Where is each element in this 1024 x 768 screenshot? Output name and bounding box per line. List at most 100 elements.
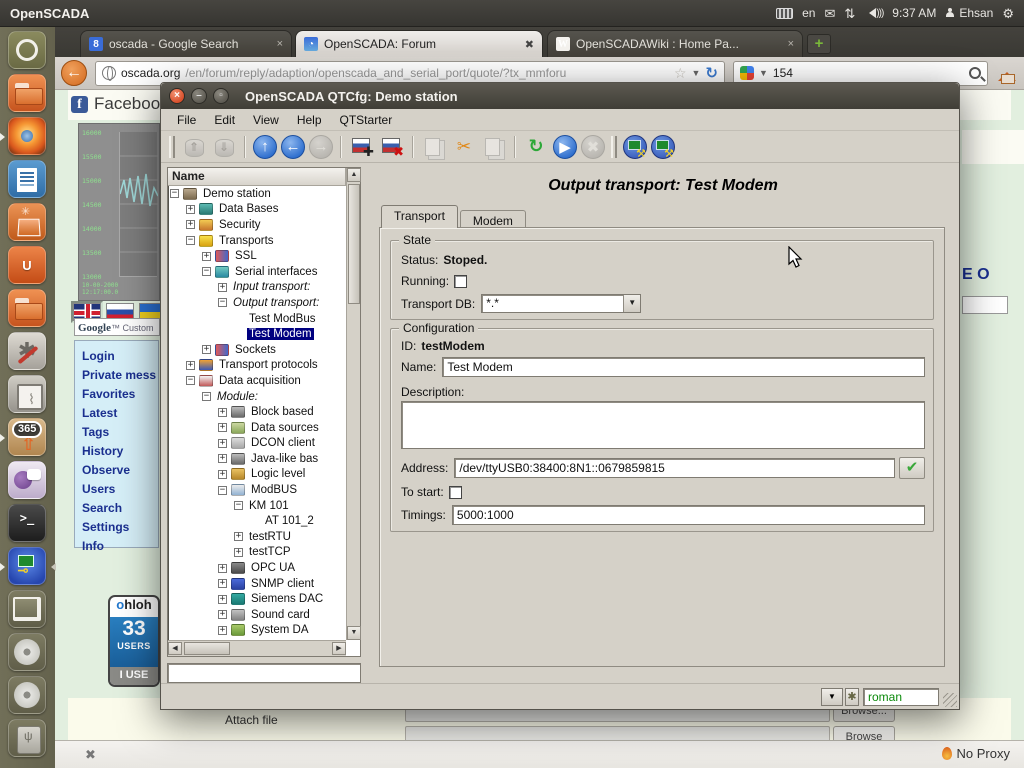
launcher-item[interactable]: [8, 74, 48, 114]
tree-expander[interactable]: −: [218, 486, 227, 495]
reload-icon[interactable]: ↻: [705, 64, 718, 82]
keyboard-indicator-icon[interactable]: [776, 8, 793, 19]
tree-item[interactable]: − Demo station: [168, 186, 346, 202]
scroll-up-button[interactable]: ▲: [347, 168, 361, 182]
toolbar-button[interactable]: [481, 134, 507, 160]
launcher-item[interactable]: [8, 375, 48, 415]
toolbar-button[interactable]: ✖: [379, 134, 405, 160]
browser-tab[interactable]: 8 oscada - Google Search ×: [80, 30, 292, 57]
menu-item[interactable]: File: [169, 111, 204, 129]
tree-expander[interactable]: −: [202, 267, 211, 276]
clock[interactable]: 9:37 AM: [892, 6, 936, 20]
tree-item[interactable]: − KM 101: [168, 498, 346, 514]
tree-item[interactable]: − Transports: [168, 233, 346, 249]
toolbar-button[interactable]: ✂: [451, 134, 477, 160]
toolbar-button[interactable]: [421, 134, 447, 160]
timings-input[interactable]: 5000:1000: [452, 505, 925, 525]
toolbar-button[interactable]: [412, 136, 414, 158]
toolbar-button[interactable]: ↻: [523, 134, 549, 160]
menu-item[interactable]: View: [245, 111, 287, 129]
tree-item[interactable]: + Sockets: [168, 342, 346, 358]
tree-item[interactable]: + testRTU: [168, 529, 346, 545]
tree-item[interactable]: + Data Bases: [168, 202, 346, 218]
statusbar-star-button[interactable]: ✱: [845, 688, 859, 706]
scroll-down-button[interactable]: ▼: [347, 626, 361, 640]
site-menu-link[interactable]: Observe: [82, 461, 158, 480]
session-gear-icon[interactable]: ⚙: [1002, 7, 1014, 20]
proxy-status[interactable]: No Proxy: [942, 746, 1010, 761]
toolbar-button[interactable]: ←: [281, 135, 305, 159]
tree-item[interactable]: + Sound card: [168, 607, 346, 623]
launcher-item[interactable]: [8, 633, 48, 673]
toolbar-button[interactable]: ✚: [349, 134, 375, 160]
tree-expander[interactable]: +: [218, 439, 227, 448]
window-titlebar[interactable]: × – ▫ OpenSCADA QTCfg: Demo station: [161, 83, 959, 109]
tree-expander[interactable]: +: [234, 532, 243, 541]
tree-expander[interactable]: −: [234, 501, 243, 510]
combo-arrow-icon[interactable]: ▼: [623, 295, 640, 312]
mail-icon[interactable]: ✉: [824, 7, 835, 20]
toolbar-button[interactable]: [340, 136, 342, 158]
tree-item[interactable]: + Block based: [168, 404, 346, 420]
transport-db-combobox[interactable]: *.*▼: [481, 294, 641, 313]
launcher-item[interactable]: [8, 590, 48, 630]
tree-item[interactable]: + testTCP: [168, 545, 346, 561]
tree-expander[interactable]: +: [218, 564, 227, 573]
toolbar-button[interactable]: [611, 136, 617, 158]
menu-item[interactable]: Edit: [206, 111, 243, 129]
tree-item[interactable]: + System DA: [168, 623, 346, 639]
site-menu-link[interactable]: Favorites: [82, 385, 158, 404]
panel-tab[interactable]: Transport: [381, 205, 458, 228]
tree-expander[interactable]: +: [202, 252, 211, 261]
launcher-item[interactable]: [8, 719, 48, 759]
bookmark-star-icon[interactable]: ☆: [674, 65, 687, 82]
site-menu-link[interactable]: Latest: [82, 404, 158, 423]
tab-close-icon[interactable]: ✖: [525, 38, 534, 51]
tree-expander[interactable]: −: [218, 298, 227, 307]
tree-expander[interactable]: +: [218, 470, 227, 479]
toolbar-button[interactable]: ⇑: [181, 134, 207, 160]
sound-icon[interactable]: ))): [864, 8, 883, 19]
launcher-item[interactable]: [8, 31, 48, 71]
tree-item[interactable]: + Data sources: [168, 420, 346, 436]
launcher-item[interactable]: U: [8, 246, 48, 286]
tree-item[interactable]: − Module:: [168, 389, 346, 405]
tree-item[interactable]: Test ModBus: [168, 311, 346, 327]
toolbar-button[interactable]: ✖: [581, 135, 605, 159]
ohloh-badge[interactable]: ohloh 33 USERS I USE: [108, 595, 160, 687]
toolbar-button[interactable]: ▶: [553, 135, 577, 159]
tree-item[interactable]: + Java-like bas: [168, 451, 346, 467]
address-input[interactable]: /dev/ttyUSB0:38400:8N1::0679859815: [454, 458, 895, 478]
facebook-link[interactable]: Facebook: [94, 94, 169, 114]
resize-grip[interactable]: [943, 693, 957, 707]
tree-item[interactable]: − Output transport:: [168, 295, 346, 311]
launcher-item[interactable]: [8, 203, 48, 243]
back-button[interactable]: ←: [61, 60, 87, 86]
tree-item[interactable]: + SSL: [168, 248, 346, 264]
toolbar-button[interactable]: [244, 136, 246, 158]
tree-expander[interactable]: +: [218, 610, 227, 619]
tree-expander[interactable]: +: [218, 595, 227, 604]
toolbar-button[interactable]: →: [309, 135, 333, 159]
tree-item[interactable]: + Logic level: [168, 467, 346, 483]
page-input-fragment[interactable]: [962, 296, 1008, 314]
window-close-button[interactable]: ×: [169, 88, 185, 104]
url-dropdown-icon[interactable]: ▼: [692, 68, 701, 78]
tree-item[interactable]: − ModBUS: [168, 482, 346, 498]
home-button[interactable]: [996, 63, 1018, 83]
toolbar-button[interactable]: [623, 135, 647, 159]
tree-expander[interactable]: +: [186, 361, 195, 370]
tree-expander[interactable]: +: [218, 454, 227, 463]
tree-expander[interactable]: +: [218, 283, 227, 292]
to-start-checkbox[interactable]: [449, 486, 462, 499]
tree-item[interactable]: + Input transport:: [168, 280, 346, 296]
window-maximize-button[interactable]: ▫: [213, 88, 229, 104]
tree-item[interactable]: − Data acquisition: [168, 373, 346, 389]
site-menu-link[interactable]: Users: [82, 480, 158, 499]
site-menu-link[interactable]: Info: [82, 537, 158, 556]
scroll-left-button[interactable]: ◀: [168, 642, 182, 655]
tree-item[interactable]: + Security: [168, 217, 346, 233]
tree-header[interactable]: Name: [168, 168, 346, 186]
attach-file-input-2[interactable]: [405, 726, 830, 740]
tree-expander[interactable]: +: [218, 626, 227, 635]
